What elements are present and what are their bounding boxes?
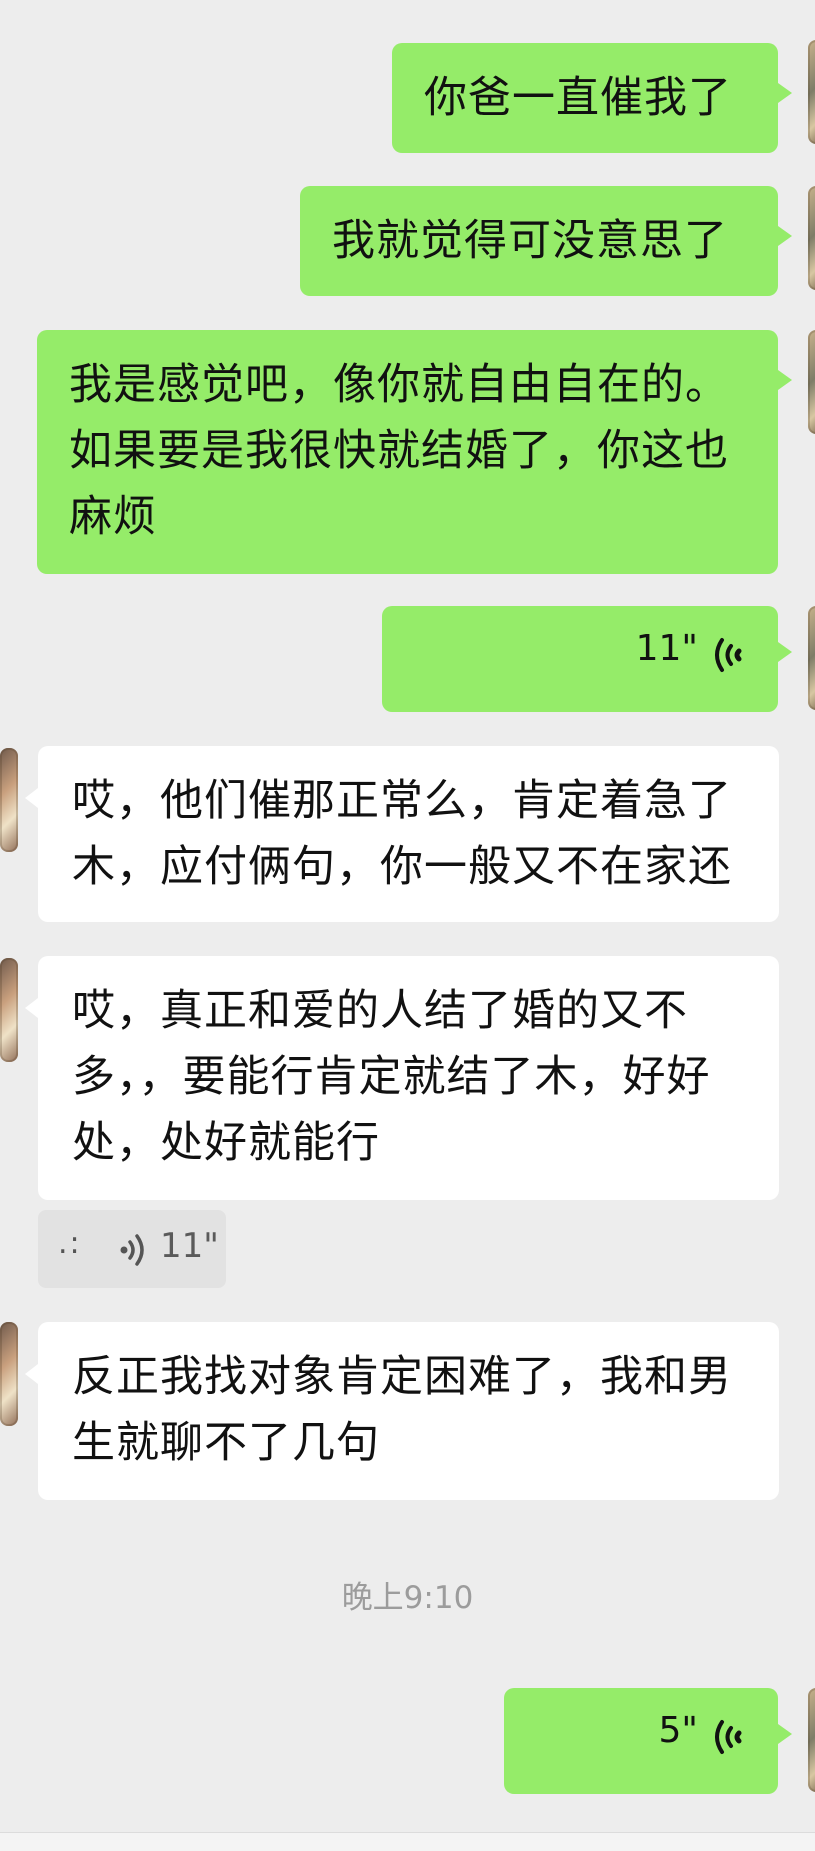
voice-duration: 11" [635,628,698,669]
contact-avatar[interactable] [0,748,18,852]
voice-duration: 5" [658,1710,698,1751]
chat-window: 你爸一直催我了 我就觉得可没意思了 我是感觉吧，像你就自由自在的。如果要是我很快… [0,0,815,1851]
speaker-icon [120,1234,144,1266]
message-text: 哎，他们催那正常么，肯定着急了木，应付俩句，你一般又不在家还 [72,776,732,892]
transcript-dots: .: [58,1226,82,1261]
message-text: 我是感觉吧，像你就自由自在的。如果要是我很快就结婚了，你这也麻烦 [69,360,729,542]
incoming-message-3[interactable]: 反正我找对象肯定困难了，我和男生就聊不了几句 [25,1322,779,1500]
self-avatar[interactable] [808,40,815,144]
incoming-message-1[interactable]: 哎，他们催那正常么，肯定着急了木，应付俩句，你一般又不在家还 [25,746,779,922]
input-bar-divider [0,1832,815,1851]
self-avatar[interactable] [808,186,815,290]
contact-avatar[interactable] [0,1322,18,1426]
self-avatar[interactable] [808,606,815,710]
message-text: 哎，真正和爱的人结了婚的又不多，，要能行肯定就结了木，好好处，处好就能行 [72,986,711,1168]
transcript-duration: 11" [160,1226,219,1266]
voice-wave-icon [715,638,742,672]
timestamp-divider: 晚上9:10 [341,1580,474,1616]
message-text: 你爸一直催我了 [424,73,732,123]
outgoing-message-2[interactable]: 我就觉得可没意思了 [300,186,792,296]
voice-wave-icon [715,1720,742,1754]
message-text: 反正我找对象肯定困难了，我和男生就聊不了几句 [72,1352,732,1468]
message-text: 我就觉得可没意思了 [332,216,728,266]
self-avatar[interactable] [808,1688,815,1792]
voice-transcript-pill[interactable]: .: 11" [38,1210,226,1288]
incoming-message-2[interactable]: 哎，真正和爱的人结了婚的又不多，，要能行肯定就结了木，好好处，处好就能行 [25,956,779,1200]
self-avatar[interactable] [808,330,815,434]
outgoing-message-1[interactable]: 你爸一直催我了 [392,43,792,153]
contact-avatar[interactable] [0,958,18,1062]
outgoing-voice-message-1[interactable]: 11" [382,606,792,712]
outgoing-voice-message-2[interactable]: 5" [504,1688,792,1794]
outgoing-message-3[interactable]: 我是感觉吧，像你就自由自在的。如果要是我很快就结婚了，你这也麻烦 [37,330,792,574]
